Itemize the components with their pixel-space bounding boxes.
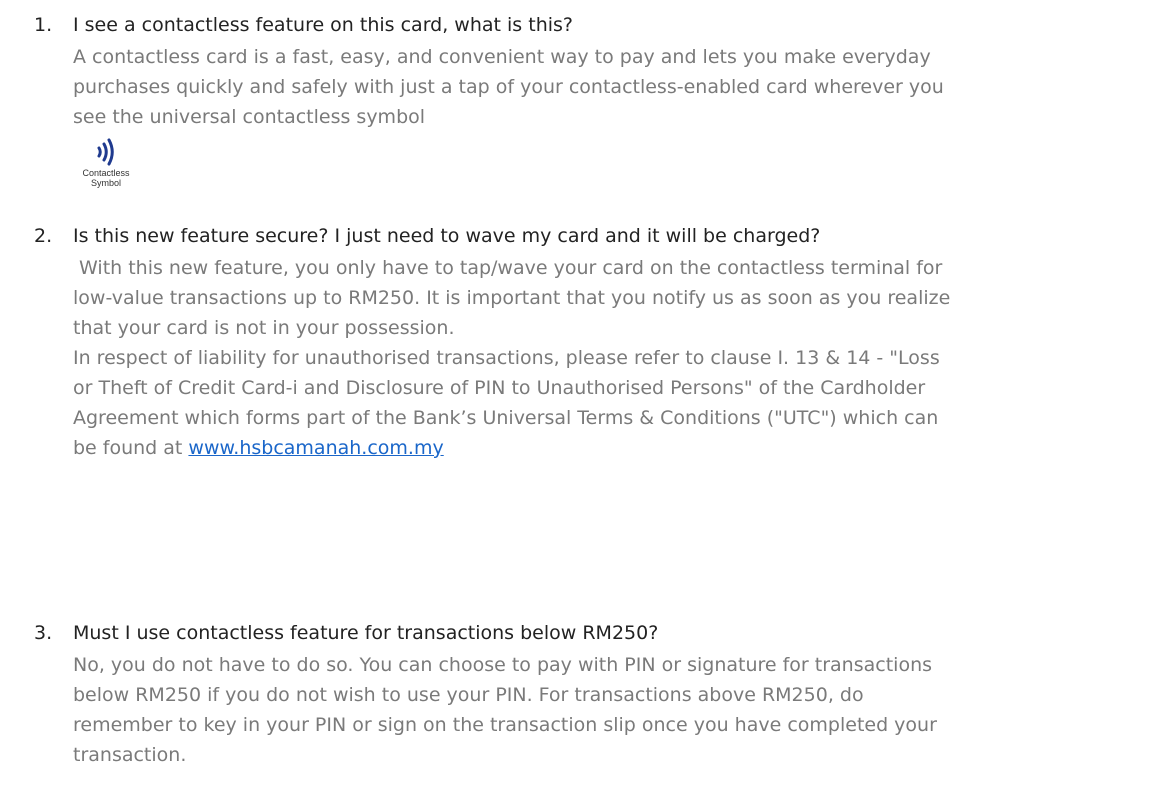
faq-answer-1: A contactless card is a fast, easy, and … <box>73 42 944 132</box>
hsbc-amanah-link[interactable]: www.hsbcamanah.com.my <box>188 437 443 459</box>
answer-line: remember to key in your PIN or sign on t… <box>73 714 937 736</box>
answer-line: below RM250 if you do not wish to use yo… <box>73 684 864 706</box>
answer-line: In respect of liability for unauthorised… <box>73 347 940 369</box>
faq-answer-2: With this new feature, you only have to … <box>73 253 950 463</box>
faq-number-3: 3. <box>34 622 53 644</box>
faq-answer-3: No, you do not have to do so. You can ch… <box>73 650 937 770</box>
symbol-caption-line2: Symbol <box>90 178 121 188</box>
answer-line: Agreement which forms part of the Bank’s… <box>73 407 939 429</box>
answer-line: see the universal contactless symbol <box>73 106 426 128</box>
contactless-icon <box>97 138 114 166</box>
faq-number-1: 1. <box>34 14 53 36</box>
answer-line: or Theft of Credit Card-i and Disclosure… <box>73 377 926 399</box>
faq-question-1: I see a contactless feature on this card… <box>73 14 573 36</box>
symbol-caption-line1: Contactless <box>82 168 130 178</box>
link-prefix: be found at <box>73 437 189 459</box>
answer-line: purchases quickly and safely with just a… <box>73 76 944 98</box>
contactless-symbol: Contactless Symbol <box>76 136 136 188</box>
answer-line-with-link: be found at www.hsbcamanah.com.my <box>73 433 950 463</box>
answer-line: A contactless card is a fast, easy, and … <box>73 46 931 68</box>
faq-question-3: Must I use contactless feature for trans… <box>73 622 659 644</box>
faq-question-2: Is this new feature secure? I just need … <box>73 225 821 247</box>
faq-number-2: 2. <box>34 225 53 247</box>
answer-line: low-value transactions up to RM250. It i… <box>73 287 951 309</box>
answer-line: transaction. <box>73 744 187 766</box>
answer-line: No, you do not have to do so. You can ch… <box>73 654 933 676</box>
answer-line: that your card is not in your possession… <box>73 317 455 339</box>
answer-line: With this new feature, you only have to … <box>73 257 943 279</box>
